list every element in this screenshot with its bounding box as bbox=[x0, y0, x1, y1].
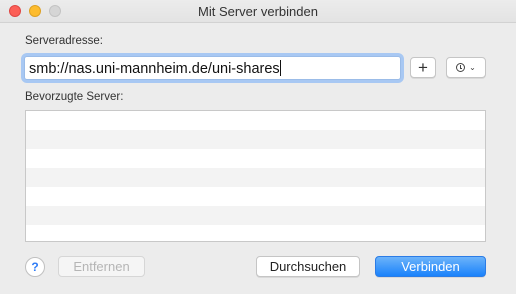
favorite-servers-label: Bevorzugte Server: bbox=[25, 91, 124, 103]
plus-icon: + bbox=[418, 57, 428, 77]
server-address-value: smb://nas.uni-mannheim.de/uni-shares bbox=[29, 61, 280, 77]
server-address-label: Serveradresse: bbox=[25, 35, 103, 47]
browse-button[interactable]: Durchsuchen bbox=[256, 256, 360, 277]
list-row[interactable] bbox=[26, 111, 485, 130]
clock-icon bbox=[456, 63, 466, 72]
favorite-servers-list[interactable] bbox=[25, 110, 486, 242]
add-favorite-button[interactable]: + bbox=[410, 57, 436, 78]
remove-button: Entfernen bbox=[58, 256, 145, 277]
list-row[interactable] bbox=[26, 130, 485, 149]
question-mark-icon: ? bbox=[31, 260, 39, 274]
list-row[interactable] bbox=[26, 225, 485, 241]
list-row[interactable] bbox=[26, 206, 485, 225]
list-row[interactable] bbox=[26, 168, 485, 187]
title-bar: Mit Server verbinden bbox=[0, 0, 516, 23]
recent-servers-button[interactable]: ⌄ bbox=[446, 57, 486, 78]
list-row[interactable] bbox=[26, 149, 485, 168]
chevron-down-icon: ⌄ bbox=[469, 63, 476, 72]
connect-to-server-window: Mit Server verbinden Serveradresse: smb:… bbox=[0, 0, 516, 294]
window-title: Mit Server verbinden bbox=[198, 4, 318, 19]
help-button[interactable]: ? bbox=[25, 257, 45, 277]
server-address-input[interactable]: smb://nas.uni-mannheim.de/uni-shares bbox=[24, 56, 401, 80]
text-caret bbox=[279, 60, 281, 76]
list-row[interactable] bbox=[26, 187, 485, 206]
connect-button[interactable]: Verbinden bbox=[375, 256, 486, 277]
